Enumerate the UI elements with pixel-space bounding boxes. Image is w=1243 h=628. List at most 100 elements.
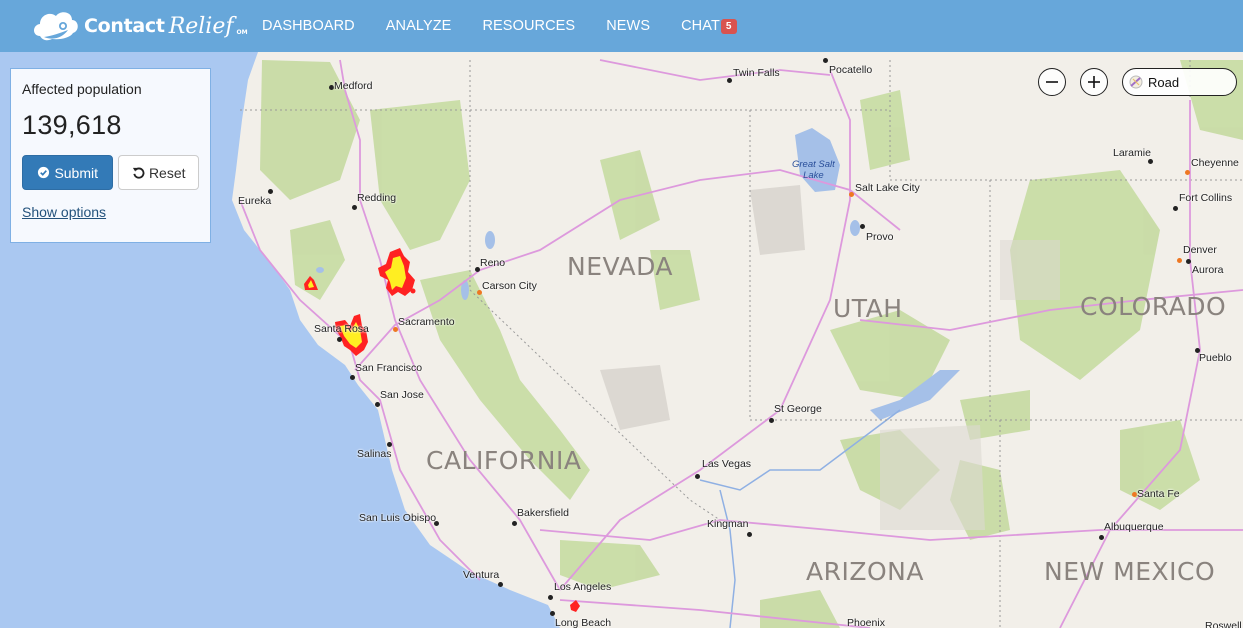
panel-actions: Submit Reset bbox=[22, 155, 199, 190]
city-label-long-beach: Long Beach bbox=[555, 617, 612, 628]
city-marker bbox=[498, 582, 503, 587]
road-style-icon bbox=[1129, 75, 1143, 89]
city-marker bbox=[1148, 159, 1153, 164]
brand-name-script: Relief bbox=[168, 13, 234, 39]
state-label-new-mexico: NEW MEXICO bbox=[1044, 557, 1216, 586]
grey-area bbox=[750, 185, 805, 255]
nav-chat[interactable]: CHAT 5 bbox=[681, 18, 737, 34]
lake-label-line1: Great Salt bbox=[792, 159, 835, 170]
nav-chat-label: CHAT bbox=[681, 18, 720, 34]
state-label-utah: UTAH bbox=[833, 294, 903, 323]
nav-news-label: NEWS bbox=[606, 18, 651, 34]
zoom-in-button[interactable] bbox=[1080, 68, 1108, 96]
city-marker bbox=[823, 58, 828, 63]
border-ut-wy bbox=[889, 60, 990, 181]
city-marker bbox=[695, 474, 700, 479]
city-label-santa-rosa: Santa Rosa bbox=[314, 323, 369, 335]
chat-unread-badge: 5 bbox=[720, 18, 737, 34]
city-label-pocatello: Pocatello bbox=[829, 64, 873, 76]
lake-label-line2: Lake bbox=[803, 170, 824, 181]
nav-analyze[interactable]: ANALYZE bbox=[386, 18, 452, 34]
city-label-san-jose: San Jose bbox=[380, 389, 424, 401]
reset-label: Reset bbox=[148, 164, 186, 181]
forest-patch bbox=[860, 90, 910, 170]
capital-marker bbox=[849, 192, 854, 197]
city-label-twin-falls: Twin Falls bbox=[733, 67, 780, 79]
affected-population-panel: Affected population 139,618 Submit Reset… bbox=[10, 68, 211, 243]
grey-area bbox=[600, 365, 670, 430]
affected-population-value: 139,618 bbox=[22, 110, 122, 140]
submit-button[interactable]: Submit bbox=[22, 155, 114, 190]
brand-logo[interactable]: Contact Relief OM bbox=[30, 6, 248, 46]
capital-marker bbox=[1177, 258, 1182, 263]
city-label-cheyenne: Cheyenne bbox=[1191, 157, 1239, 169]
city-marker bbox=[727, 78, 732, 83]
fire-spot bbox=[410, 288, 416, 294]
city-label-phoenix: Phoenix bbox=[847, 617, 885, 628]
show-options-link[interactable]: Show options bbox=[22, 204, 106, 220]
grey-area bbox=[1000, 240, 1060, 300]
nav-dashboard[interactable]: DASHBOARD bbox=[262, 18, 355, 34]
city-label-fort-collins: Fort Collins bbox=[1179, 192, 1233, 204]
plus-icon bbox=[1088, 76, 1100, 88]
forest-patch bbox=[760, 590, 840, 628]
nav-news[interactable]: NEWS bbox=[606, 18, 650, 34]
panel-title: Affected population bbox=[22, 81, 142, 97]
city-label-san-francisco: San Francisco bbox=[355, 362, 423, 374]
city-label-albuquerque: Albuquerque bbox=[1104, 521, 1164, 533]
city-label-roswell: Roswell bbox=[1205, 620, 1242, 628]
city-marker bbox=[268, 189, 273, 194]
city-label-aurora: Aurora bbox=[1192, 264, 1224, 276]
check-circle-icon bbox=[38, 166, 50, 179]
city-label-redding: Redding bbox=[357, 192, 397, 204]
map-style-selector[interactable]: Road bbox=[1122, 68, 1237, 96]
utah-lake bbox=[850, 220, 860, 236]
brand-name-bold: Contact bbox=[84, 15, 165, 37]
reset-button[interactable]: Reset bbox=[118, 155, 199, 190]
city-label-sacramento: Sacramento bbox=[398, 316, 455, 328]
city-label-bakersfield: Bakersfield bbox=[517, 507, 569, 519]
city-label-salt-lake-city: Salt Lake City bbox=[855, 182, 920, 194]
city-marker bbox=[1173, 206, 1178, 211]
city-marker bbox=[860, 224, 865, 229]
capital-marker bbox=[1185, 170, 1190, 175]
forest-patch bbox=[600, 150, 660, 240]
city-marker bbox=[387, 442, 392, 447]
state-label-arizona: ARIZONA bbox=[806, 557, 924, 586]
city-marker bbox=[548, 595, 553, 600]
city-marker bbox=[747, 532, 752, 537]
nav-analyze-label: ANALYZE bbox=[385, 18, 452, 34]
city-label-pueblo: Pueblo bbox=[1199, 352, 1232, 364]
nav-dashboard-label: DASHBOARD bbox=[262, 18, 355, 34]
grey-area bbox=[880, 425, 985, 530]
city-label-reno: Reno bbox=[480, 257, 506, 269]
city-label-provo: Provo bbox=[866, 231, 894, 243]
city-label-salinas: Salinas bbox=[357, 448, 392, 460]
brand-trademark: OM bbox=[236, 28, 248, 36]
city-label-denver: Denver bbox=[1183, 244, 1217, 256]
lake-pyramid bbox=[485, 231, 495, 249]
map-style-label: Road bbox=[1148, 74, 1180, 90]
highway-i84 bbox=[599, 59, 831, 81]
zoom-out-button[interactable] bbox=[1038, 68, 1066, 96]
city-label-medford: Medford bbox=[334, 80, 373, 92]
city-label-san-luis-obispo: San Luis Obispo bbox=[359, 512, 437, 524]
city-marker bbox=[375, 402, 380, 407]
nav-resources[interactable]: RESOURCES bbox=[482, 18, 575, 34]
city-label-las-vegas: Las Vegas bbox=[702, 458, 752, 470]
city-marker bbox=[350, 375, 355, 380]
city-label-ventura: Ventura bbox=[463, 569, 500, 581]
state-label-colorado: COLORADO bbox=[1080, 292, 1227, 321]
state-label-california: CALIFORNIA bbox=[426, 446, 582, 475]
city-marker bbox=[1099, 535, 1104, 540]
lake-label-great-salt: Great Salt Lake bbox=[792, 159, 835, 181]
forest-patch bbox=[290, 220, 345, 300]
city-marker bbox=[550, 611, 555, 616]
undo-icon bbox=[132, 167, 145, 179]
city-label-carson-city: Carson City bbox=[482, 280, 537, 292]
top-navbar: Contact Relief OM DASHBOARD ANALYZE RESO… bbox=[0, 0, 1243, 52]
city-marker bbox=[1186, 259, 1191, 264]
city-label-kingman: Kingman bbox=[707, 518, 749, 530]
forest-patch bbox=[370, 100, 470, 250]
city-marker bbox=[512, 521, 517, 526]
